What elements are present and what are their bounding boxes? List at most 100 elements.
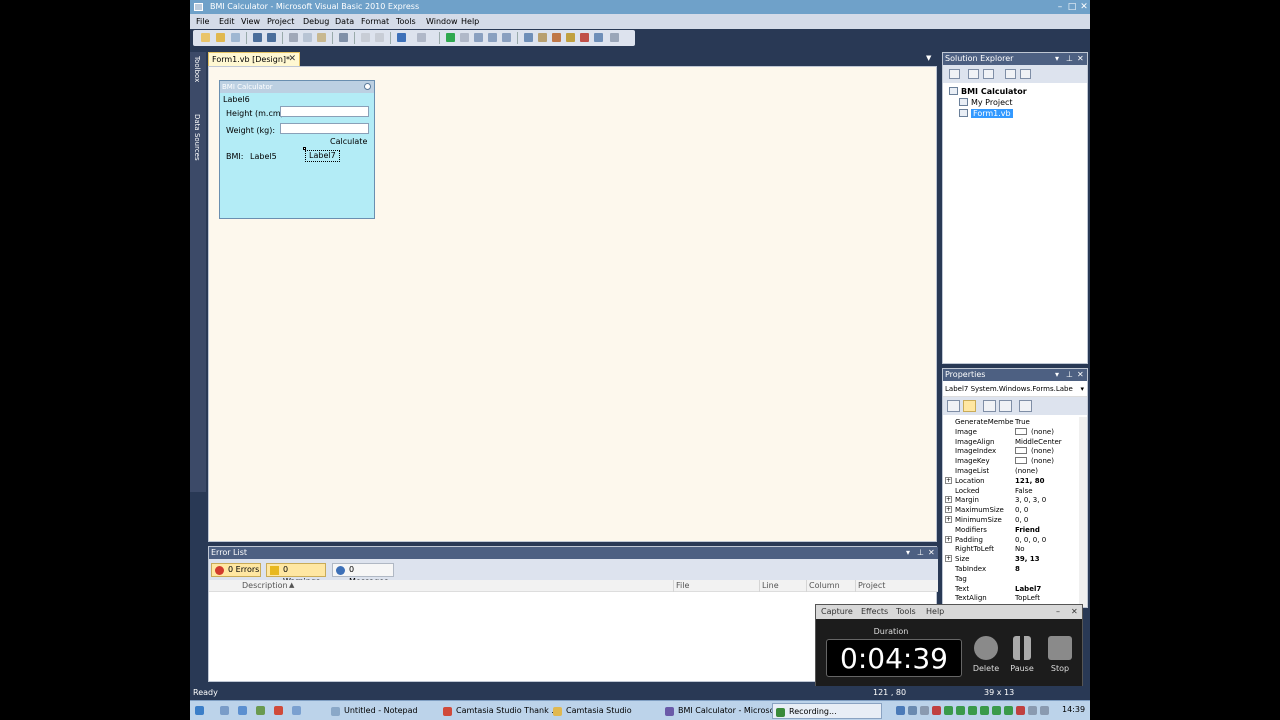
properties-header[interactable]: Properties ▾ ⊥ ✕: [943, 369, 1087, 381]
pin-icon[interactable]: ⊥: [1066, 369, 1073, 381]
step-out-icon[interactable]: [502, 33, 511, 42]
toolbar-options-icon[interactable]: [610, 33, 619, 42]
property-value[interactable]: 3, 0, 3, 0: [1015, 495, 1046, 505]
properties-window-icon[interactable]: [538, 33, 547, 42]
property-row[interactable]: Modifiers Friend: [943, 525, 1079, 535]
redo-icon[interactable]: [417, 33, 426, 42]
title-bar[interactable]: BMI Calculator - Microsoft Visual Basic …: [190, 0, 1090, 14]
stop-recording-button[interactable]: Stop: [1046, 636, 1074, 673]
bmi-label[interactable]: BMI:: [226, 152, 243, 161]
errors-filter-button[interactable]: 0 Errors: [211, 563, 261, 577]
property-value[interactable]: 121, 80: [1015, 476, 1044, 486]
alphabetical-icon[interactable]: [963, 400, 976, 412]
menu-tools[interactable]: Tools: [396, 14, 416, 29]
tray-icon[interactable]: [1028, 706, 1037, 715]
menu-help[interactable]: Help: [461, 14, 479, 29]
property-row[interactable]: + Location 121, 80: [943, 476, 1079, 486]
volume-icon[interactable]: [1040, 706, 1049, 715]
recorder-menu-capture[interactable]: Capture: [821, 605, 853, 619]
start-button-icon[interactable]: [195, 706, 204, 715]
minimize-button[interactable]: –: [1054, 0, 1066, 14]
property-row[interactable]: ImageAlign MiddleCenter: [943, 437, 1079, 447]
tray-icon[interactable]: [944, 706, 953, 715]
solution-explorer-icon[interactable]: [524, 33, 533, 42]
solution-explorer-header[interactable]: Solution Explorer ▾ ⊥ ✕: [943, 53, 1087, 65]
weight-input[interactable]: [280, 123, 369, 134]
open-file-icon[interactable]: [216, 33, 225, 42]
recorder-menu-help[interactable]: Help: [926, 605, 944, 619]
property-row[interactable]: Locked False: [943, 486, 1079, 496]
properties-view-icon[interactable]: [983, 400, 996, 412]
save-icon[interactable]: [253, 33, 262, 42]
expand-icon[interactable]: +: [945, 496, 952, 504]
column-line[interactable]: Line: [762, 581, 779, 590]
column-project[interactable]: Project: [858, 581, 885, 590]
property-value[interactable]: No: [1015, 544, 1025, 554]
property-value[interactable]: (none): [1015, 456, 1054, 466]
property-row[interactable]: ImageKey (none): [943, 456, 1079, 466]
comment-icon[interactable]: [361, 33, 370, 42]
panel-dropdown-icon[interactable]: ▾: [906, 547, 910, 559]
bmi-form[interactable]: BMI Calculator Label6 Height (m.cm): Wei…: [219, 80, 375, 219]
property-value[interactable]: (none): [1015, 466, 1038, 476]
property-value[interactable]: True: [1015, 417, 1030, 427]
chevron-down-icon[interactable]: ▾: [1080, 381, 1084, 396]
expand-icon[interactable]: +: [945, 516, 952, 523]
panel-dropdown-icon[interactable]: ▾: [1055, 53, 1059, 65]
object-selector[interactable]: Label7 System.Windows.Forms.Labe ▾: [943, 381, 1087, 397]
uncomment-icon[interactable]: [375, 33, 384, 42]
tray-icon[interactable]: [968, 706, 977, 715]
property-grid-scrollbar[interactable]: [1079, 417, 1087, 607]
recorder-menu-effects[interactable]: Effects: [861, 605, 888, 619]
copy-icon[interactable]: [303, 33, 312, 42]
quicklaunch-icon[interactable]: [220, 706, 229, 715]
recorder-close-icon[interactable]: ✕: [1071, 605, 1078, 619]
close-panel-icon[interactable]: ✕: [1077, 369, 1084, 381]
property-row[interactable]: + Size 39, 13: [943, 554, 1079, 564]
property-value[interactable]: 0, 0: [1015, 505, 1028, 515]
add-item-icon[interactable]: [231, 33, 240, 42]
chrome-icon[interactable]: [274, 706, 283, 715]
task-camtasia-studio[interactable]: Camtasia Studio: [550, 703, 632, 719]
property-value[interactable]: 0, 0: [1015, 515, 1028, 525]
menu-file[interactable]: File: [196, 14, 209, 29]
view-designer-icon[interactable]: [1020, 69, 1031, 79]
property-value[interactable]: Label7: [1015, 584, 1041, 594]
quicklaunch-icon[interactable]: [292, 706, 301, 715]
pin-icon[interactable]: ⊥: [917, 547, 924, 559]
recorder-menu-tools[interactable]: Tools: [896, 605, 916, 619]
view-code-icon[interactable]: [1005, 69, 1016, 79]
property-value[interactable]: False: [1015, 486, 1033, 496]
property-value[interactable]: (none): [1015, 427, 1054, 437]
property-value[interactable]: Friend: [1015, 525, 1040, 535]
property-row[interactable]: + Padding 0, 0, 0, 0: [943, 535, 1079, 545]
toolbox-icon[interactable]: [552, 33, 561, 42]
expand-icon[interactable]: +: [945, 535, 952, 543]
form-close-icon[interactable]: [364, 83, 371, 90]
pause-recording-button[interactable]: Pause: [1008, 636, 1036, 673]
menu-debug[interactable]: Debug: [303, 14, 329, 29]
warnings-filter-button[interactable]: 0 Warnings: [266, 563, 326, 586]
label5[interactable]: Label5: [250, 152, 277, 161]
menu-edit[interactable]: Edit: [219, 14, 235, 29]
task-notepad[interactable]: Untitled - Notepad: [328, 703, 418, 719]
tree-root[interactable]: BMI Calculator: [949, 86, 1027, 97]
data-sources-side-tab[interactable]: Data Sources: [193, 114, 201, 161]
maximize-button[interactable]: □: [1066, 0, 1078, 14]
menu-format[interactable]: Format: [361, 14, 389, 29]
tray-icon[interactable]: [896, 706, 905, 715]
delete-recording-button[interactable]: Delete: [972, 636, 1000, 673]
tray-icon[interactable]: [1004, 706, 1013, 715]
expand-icon[interactable]: +: [945, 555, 952, 563]
property-row[interactable]: RightToLeft No: [943, 544, 1079, 554]
start-debugging-icon[interactable]: [446, 33, 455, 42]
close-panel-icon[interactable]: ✕: [1077, 53, 1084, 65]
property-row[interactable]: GenerateMembe True: [943, 417, 1079, 427]
stop-debugging-icon[interactable]: [460, 33, 469, 42]
object-browser-icon[interactable]: [566, 33, 575, 42]
paste-icon[interactable]: [317, 33, 326, 42]
error-list-header[interactable]: Error List ▾ ⊥ ✕: [209, 547, 938, 559]
height-label[interactable]: Height (m.cm):: [226, 109, 286, 118]
property-value[interactable]: 0, 0, 0, 0: [1015, 535, 1046, 545]
events-icon[interactable]: [999, 400, 1012, 412]
